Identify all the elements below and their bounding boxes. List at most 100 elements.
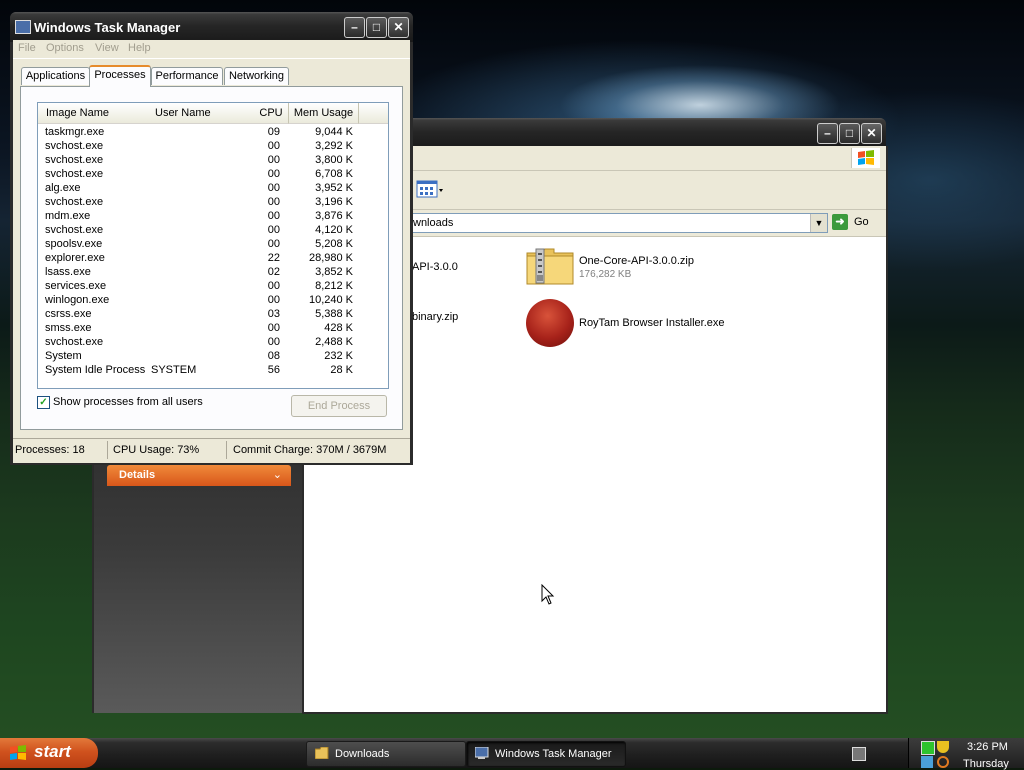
process-image-name: svchost.exe <box>45 196 104 208</box>
table-row[interactable]: svchost.exe 00 3,800 K <box>38 153 388 167</box>
zip-folder-icon[interactable] <box>526 247 574 285</box>
process-mem-usage: 6,708 K <box>315 168 353 180</box>
keyboard-language-icon[interactable] <box>852 747 866 761</box>
taskbar-item-label: Downloads <box>335 748 390 760</box>
close-button[interactable]: ✕ <box>388 17 409 38</box>
minimize-button[interactable]: – <box>344 17 365 38</box>
menu-file[interactable]: File <box>18 42 36 54</box>
file-name[interactable]: One-Core-API-3.0.0.zip <box>579 255 694 267</box>
address-dropdown-icon[interactable]: ▼ <box>810 214 827 232</box>
task-manager-window: Windows Task Manager – □ ✕ File Options … <box>10 12 413 465</box>
tab-networking[interactable]: Networking <box>224 67 289 85</box>
process-cpu: 08 <box>267 350 280 362</box>
table-row[interactable]: services.exe 00 8,212 K <box>38 279 388 293</box>
process-mem-usage: 5,208 K <box>315 238 353 250</box>
views-button[interactable] <box>416 180 444 200</box>
table-row[interactable]: svchost.exe 00 2,488 K <box>38 335 388 349</box>
process-image-name: svchost.exe <box>45 336 104 348</box>
process-cpu: 00 <box>267 182 280 194</box>
maximize-button[interactable]: □ <box>366 17 387 38</box>
show-all-users-label[interactable]: Show processes from all users <box>53 396 203 408</box>
details-label: Details <box>119 469 156 481</box>
table-row[interactable]: csrss.exe 03 5,388 K <box>38 307 388 321</box>
table-row[interactable]: spoolsv.exe 00 5,208 K <box>38 237 388 251</box>
address-text: wnloads <box>413 217 454 229</box>
taskbar-item-task-manager[interactable]: Windows Task Manager <box>466 741 626 767</box>
process-image-name: svchost.exe <box>45 224 104 236</box>
checkbox-check-icon[interactable]: ✓ <box>37 396 50 409</box>
table-row[interactable]: winlogon.exe 00 10,240 K <box>38 293 388 307</box>
column-header-spacer <box>359 103 388 124</box>
task-manager-titlebar[interactable]: Windows Task Manager – □ ✕ <box>10 12 413 42</box>
tab-processes[interactable]: Processes <box>89 65 151 87</box>
process-image-name: csrss.exe <box>45 308 92 320</box>
table-row[interactable]: System 08 232 K <box>38 349 388 363</box>
table-row[interactable]: mdm.exe 00 3,876 K <box>38 209 388 223</box>
column-header-user-name[interactable]: User Name <box>147 103 255 124</box>
connection-icon[interactable] <box>921 756 933 768</box>
status-bar: Processes: 18 CPU Usage: 73% Commit Char… <box>13 438 410 462</box>
table-row[interactable]: System Idle Process SYSTEM 56 28 K <box>38 363 388 377</box>
network-icon[interactable] <box>921 741 935 755</box>
maximize-button[interactable]: □ <box>839 123 860 144</box>
go-arrow-icon: ➜ <box>832 214 848 230</box>
table-row[interactable]: taskmgr.exe 09 9,044 K <box>38 125 388 139</box>
file-name[interactable]: RoyTam Browser Installer.exe <box>579 317 725 329</box>
security-shield-icon[interactable] <box>937 741 949 753</box>
windows-logo-icon <box>851 148 880 168</box>
start-button[interactable]: start <box>0 738 98 768</box>
update-icon[interactable] <box>937 756 949 768</box>
process-cpu: 00 <box>267 224 280 236</box>
close-button[interactable]: ✕ <box>861 123 882 144</box>
task-manager-icon <box>475 747 489 759</box>
menu-options[interactable]: Options <box>46 42 84 54</box>
details-panel-header[interactable]: Details ⌄ <box>107 465 291 486</box>
processes-page: Image Name User Name CPU Mem Usage taskm… <box>20 86 403 430</box>
table-row[interactable]: svchost.exe 00 3,196 K <box>38 195 388 209</box>
process-mem-usage: 3,952 K <box>315 182 353 194</box>
table-row[interactable]: svchost.exe 00 6,708 K <box>38 167 388 181</box>
task-manager-icon <box>15 20 31 34</box>
column-header-mem-usage[interactable]: Mem Usage <box>289 103 359 124</box>
clock-time[interactable]: 3:26 PM <box>967 741 1008 753</box>
process-cpu: 00 <box>267 322 280 334</box>
browser-installer-icon[interactable] <box>526 299 574 347</box>
go-button[interactable]: ➜ Go <box>832 213 876 231</box>
views-grid-icon <box>416 180 443 198</box>
table-row[interactable]: explorer.exe 22 28,980 K <box>38 251 388 265</box>
file-name-partial[interactable]: binary.zip <box>412 311 458 323</box>
taskbar-item-downloads[interactable]: Downloads <box>306 741 466 767</box>
process-image-name: mdm.exe <box>45 210 91 222</box>
menu-view[interactable]: View <box>95 42 119 54</box>
file-name-partial[interactable]: API-3.0.0 <box>412 261 458 273</box>
tab-strip: Applications Processes Performance Netwo… <box>21 65 401 87</box>
process-cpu: 00 <box>267 154 280 166</box>
end-process-button[interactable]: End Process <box>291 395 387 417</box>
table-row[interactable]: svchost.exe 00 3,292 K <box>38 139 388 153</box>
minimize-button[interactable]: – <box>817 123 838 144</box>
status-divider <box>226 441 227 459</box>
status-divider <box>107 441 108 459</box>
menu-help[interactable]: Help <box>128 42 151 54</box>
status-cpu-usage: CPU Usage: 73% <box>113 444 200 456</box>
status-processes: Processes: 18 <box>15 444 85 456</box>
table-row[interactable]: smss.exe 00 428 K <box>38 321 388 335</box>
process-mem-usage: 8,212 K <box>315 280 353 292</box>
tab-applications[interactable]: Applications <box>21 67 90 85</box>
process-cpu: 56 <box>267 364 280 376</box>
process-cpu: 22 <box>267 252 280 264</box>
process-list[interactable]: Image Name User Name CPU Mem Usage taskm… <box>37 102 389 389</box>
process-mem-usage: 428 K <box>324 322 353 334</box>
column-header-image-name[interactable]: Image Name <box>38 103 155 124</box>
process-mem-usage: 4,120 K <box>315 224 353 236</box>
table-row[interactable]: alg.exe 00 3,952 K <box>38 181 388 195</box>
table-row[interactable]: lsass.exe 02 3,852 K <box>38 265 388 279</box>
mouse-pointer-icon <box>541 583 555 606</box>
tab-performance[interactable]: Performance <box>151 67 223 85</box>
process-mem-usage: 10,240 K <box>308 294 353 306</box>
process-mem-usage: 28 K <box>330 364 353 376</box>
process-mem-usage: 9,044 K <box>315 126 353 138</box>
column-header-cpu[interactable]: CPU <box>254 103 289 124</box>
table-row[interactable]: svchost.exe 00 4,120 K <box>38 223 388 237</box>
start-label: start <box>34 742 71 761</box>
